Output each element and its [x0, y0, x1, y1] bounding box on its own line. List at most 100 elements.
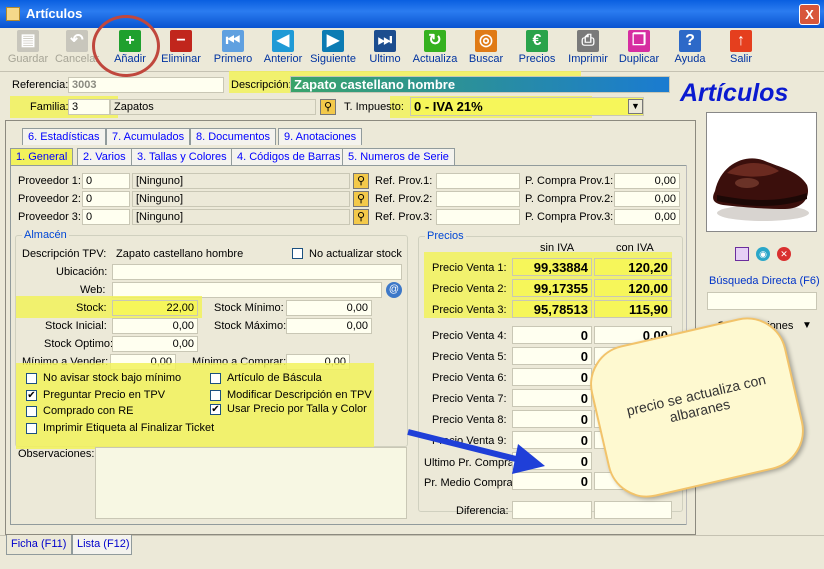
globe-icon[interactable]: @ — [386, 282, 402, 298]
p-compra-input[interactable]: 0,00 — [614, 173, 680, 189]
tab-7-acumulados[interactable]: 7. Acumulados — [106, 128, 191, 145]
precio-sin-iva-input[interactable]: 0 — [512, 368, 592, 386]
precio-sin-iva-input[interactable]: 0 — [512, 389, 592, 407]
ubicacion-label: Ubicación: — [56, 266, 108, 278]
guardar-button[interactable]: ▤ Guardar — [3, 30, 53, 70]
proveedor-code-input[interactable]: 0 — [82, 173, 130, 189]
toolbar-label: Duplicar — [618, 53, 660, 65]
option-checkbox[interactable]: ✔ — [26, 390, 37, 401]
proveedor-code-input[interactable]: 0 — [82, 209, 130, 225]
busqueda-input[interactable] — [707, 292, 817, 310]
bottom-tab-lista[interactable]: Lista (F12) — [72, 535, 132, 555]
proveedor-search-icon[interactable]: ⚲ — [353, 191, 369, 207]
ubicacion-input[interactable] — [112, 264, 402, 280]
precio-sin-iva-input[interactable]: 99,33884 — [512, 258, 592, 276]
proveedor-label: Proveedor 1: — [18, 175, 81, 187]
tab-2-varios[interactable]: 2. Varios — [77, 148, 132, 165]
app-icon — [6, 7, 20, 21]
p-compra-input[interactable]: 0,00 — [614, 209, 680, 225]
binoculars-icon: ◎ — [475, 30, 497, 52]
stock-opt-input[interactable]: 0,00 — [112, 336, 198, 352]
desc-tpv-input[interactable]: Zapato castellano hombre — [112, 246, 282, 262]
view-icon[interactable]: ◉ — [756, 247, 770, 261]
option-checkbox[interactable] — [26, 373, 37, 384]
duplicar-button[interactable]: ❐ Duplicar — [614, 30, 664, 70]
precio-venta-label: Precio Venta 6: — [432, 372, 507, 384]
familia-code-input[interactable]: 3 — [68, 99, 110, 115]
printer-icon: ⎙ — [577, 30, 599, 52]
stock-max-input[interactable]: 0,00 — [286, 318, 372, 334]
stock-opt-label: Stock Optimo: — [44, 338, 114, 350]
precios-button[interactable]: € Precios — [512, 30, 562, 70]
option-checkbox[interactable] — [26, 406, 37, 417]
ref-prov-label: Ref. Prov.2: — [375, 193, 433, 205]
tab-6-estad-sticas[interactable]: 6. Estadísticas — [22, 128, 106, 145]
anterior-button[interactable]: ◀ Anterior — [258, 30, 308, 70]
delete-image-icon[interactable]: ✕ — [777, 247, 791, 261]
precio-venta-label: Precio Venta 4: — [432, 330, 507, 342]
tab-4-c-digos-de-barras[interactable]: 4. Códigos de Barras — [231, 148, 347, 165]
primero-button[interactable]: ⏮ Primero — [208, 30, 258, 70]
stock-input[interactable]: 22,00 — [112, 300, 198, 316]
tab-8-documentos[interactable]: 8. Documentos — [190, 128, 276, 145]
option-checkbox[interactable] — [26, 423, 37, 434]
calendar-icon[interactable] — [735, 247, 749, 261]
actualiza-button[interactable]: ↻ Actualiza — [410, 30, 460, 70]
ayuda-button[interactable]: ? Ayuda — [665, 30, 715, 70]
precio-con-iva-input[interactable]: 120,00 — [594, 279, 672, 297]
buscar-button[interactable]: ◎ Buscar — [461, 30, 511, 70]
tab-9-anotaciones[interactable]: 9. Anotaciones — [278, 128, 363, 145]
next-icon: ▶ — [322, 30, 344, 52]
callout-text: precio se actualiza con albaranes — [624, 371, 768, 426]
precio-sin-iva-input[interactable]: 95,78513 — [512, 300, 592, 318]
stock-min-input[interactable]: 0,00 — [286, 300, 372, 316]
option-checkbox[interactable]: ✔ — [210, 404, 221, 415]
precio-sin-iva-input[interactable]: 0 — [512, 347, 592, 365]
ref-prov-input[interactable] — [436, 191, 520, 207]
precio-sin-iva-input[interactable]: 99,17355 — [512, 279, 592, 297]
ref-prov-input[interactable] — [436, 173, 520, 189]
precio-con-iva-input[interactable]: 115,90 — [594, 300, 672, 318]
p-compra-input[interactable]: 0,00 — [614, 191, 680, 207]
delete-icon: − — [170, 30, 192, 52]
otras-chevron-down-icon[interactable]: ▼ — [802, 320, 812, 331]
descripcion-input[interactable]: Zapato castellano hombre — [290, 76, 670, 93]
option-checkbox[interactable] — [210, 373, 221, 384]
imprimir-button[interactable]: ⎙ Imprimir — [563, 30, 613, 70]
precio-con-iva-input[interactable]: 120,20 — [594, 258, 672, 276]
stock-ini-label: Stock Inicial: — [45, 320, 107, 332]
proveedor-search-icon[interactable]: ⚲ — [353, 173, 369, 189]
tab-5-numeros-de-serie[interactable]: 5. Numeros de Serie — [342, 148, 455, 165]
toolbar-label: Actualiza — [412, 53, 458, 65]
referencia-label: Referencia: — [12, 79, 69, 91]
precio-venta-label: Precio Venta 3: — [432, 304, 507, 316]
ref-prov-input[interactable] — [436, 209, 520, 225]
ultimo-button[interactable]: ⏭ Ultimo — [360, 30, 410, 70]
no-actualizar-checkbox[interactable] — [292, 248, 303, 259]
impuesto-select[interactable]: 0 - IVA 21% — [410, 97, 644, 116]
close-button[interactable]: X — [799, 4, 820, 25]
siguiente-button[interactable]: ▶ Siguiente — [308, 30, 358, 70]
toolbar-label: Imprimir — [568, 53, 608, 65]
option-checkbox[interactable] — [210, 390, 221, 401]
help-icon: ? — [679, 30, 701, 52]
proveedor-search-icon[interactable]: ⚲ — [353, 209, 369, 225]
stock-ini-input[interactable]: 0,00 — [112, 318, 198, 334]
web-label: Web: — [80, 284, 106, 296]
tab-1-general[interactable]: 1. General — [10, 148, 74, 165]
proveedor-code-input[interactable]: 0 — [82, 191, 130, 207]
familia-label: Familia: — [30, 101, 69, 113]
precio-sin-iva-input[interactable]: 0 — [512, 326, 592, 344]
referencia-input[interactable]: 3003 — [68, 77, 224, 93]
tab-3-tallas-y-colores[interactable]: 3. Tallas y Colores — [131, 148, 233, 165]
window-title: Artículos — [26, 6, 83, 21]
bottom-tab-ficha[interactable]: Ficha (F11) — [6, 535, 72, 555]
familia-search-icon[interactable]: ⚲ — [320, 99, 336, 115]
cancel-icon: ↶ — [66, 30, 88, 52]
salir-button[interactable]: ↑ Salir — [716, 30, 766, 70]
chevron-down-icon[interactable]: ▼ — [628, 99, 643, 114]
last-icon: ⏭ — [374, 30, 396, 52]
observaciones-textarea[interactable] — [95, 447, 407, 519]
eliminar-button[interactable]: − Eliminar — [156, 30, 206, 70]
precio-venta-label: Precio Venta 1: — [432, 262, 507, 274]
